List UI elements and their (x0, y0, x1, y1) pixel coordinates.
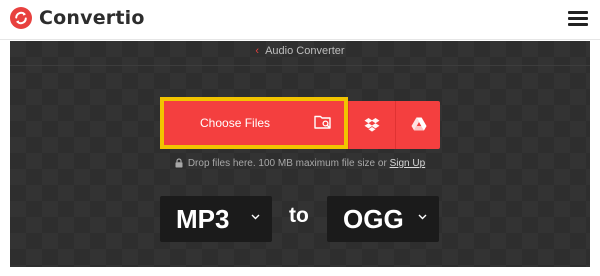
breadcrumb-label[interactable]: Audio Converter (265, 45, 345, 57)
breadcrumb-divider (10, 65, 590, 66)
target-format-value: OGG (343, 204, 404, 234)
drop-files-text: Drop files here. 100 MB maximum file siz… (187, 158, 387, 169)
to-label: to (289, 204, 309, 227)
source-format-select[interactable]: MP3 (160, 196, 272, 242)
dropbox-icon (364, 118, 380, 132)
converter-panel: ‹ Audio Converter Choose Files Drop file… (10, 41, 590, 267)
hamburger-menu-icon[interactable] (568, 10, 588, 26)
lock-icon (175, 158, 183, 168)
target-format-select[interactable]: OGG (327, 196, 439, 242)
folder-search-icon (314, 115, 331, 129)
chevron-down-icon (418, 214, 427, 220)
convertio-logo-icon (10, 7, 32, 29)
brand-logo[interactable]: Convertio (10, 7, 145, 29)
brand-name: Convertio (39, 7, 145, 29)
choose-files-label: Choose Files (200, 116, 271, 130)
sign-up-link[interactable]: Sign Up (390, 158, 426, 169)
breadcrumb: ‹ Audio Converter (10, 45, 590, 66)
choose-files-button[interactable]: Choose Files (160, 97, 348, 149)
source-format-value: MP3 (176, 204, 230, 234)
google-drive-icon (411, 117, 427, 131)
top-header: Convertio (0, 0, 600, 40)
chevron-left-icon[interactable]: ‹ (255, 45, 259, 57)
drop-files-note: Drop files here. 100 MB maximum file siz… (10, 158, 590, 169)
dropbox-button[interactable] (349, 101, 395, 149)
google-drive-button[interactable] (396, 101, 442, 149)
chevron-down-icon (251, 214, 260, 220)
